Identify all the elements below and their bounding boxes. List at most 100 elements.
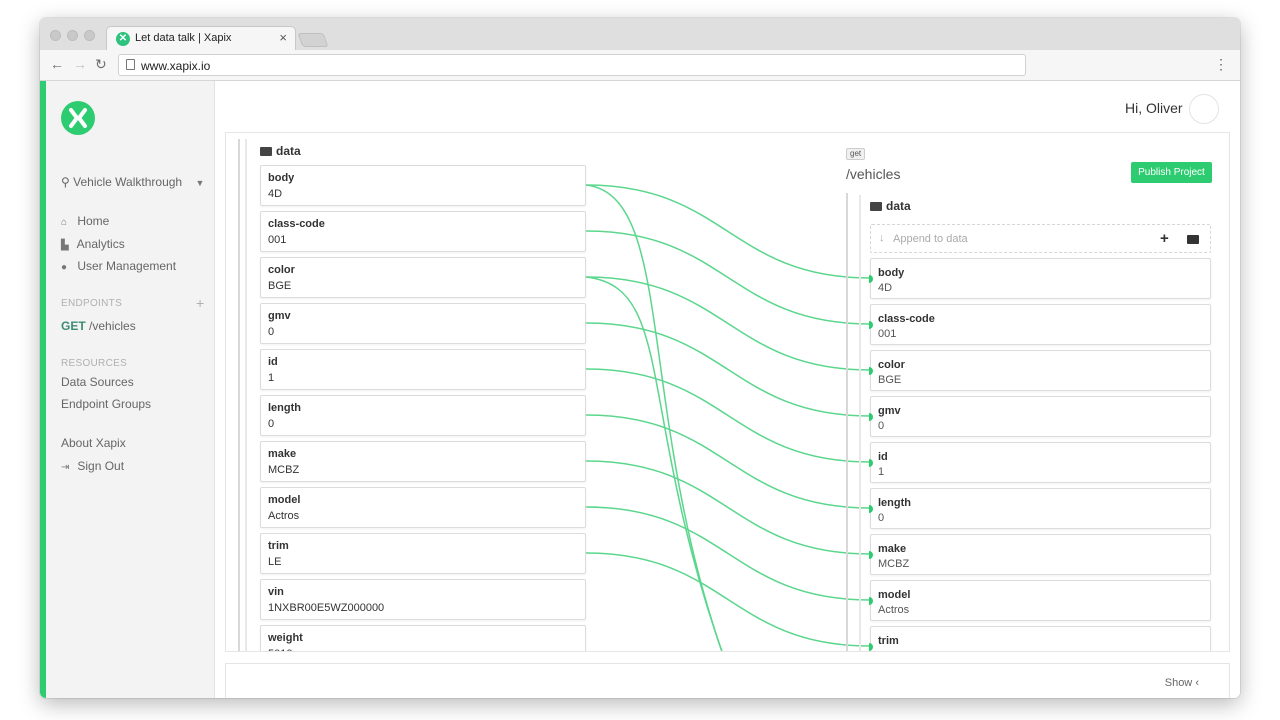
sidebar-item-about[interactable]: About Xapix	[61, 436, 126, 450]
field-key: body	[268, 172, 295, 184]
endpoints-heading: ENDPOINTS	[61, 298, 123, 309]
sidebar-item-endpoint-groups[interactable]: Endpoint Groups	[61, 397, 151, 411]
field-key: trim	[878, 635, 899, 647]
target-field-gmv[interactable]: gmv 0	[869, 396, 1211, 437]
target-field-length[interactable]: length 0	[869, 488, 1211, 529]
minimize-window-button[interactable]	[67, 30, 78, 41]
field-key: vin	[268, 586, 284, 598]
sidebar-item-endpoint[interactable]: GET /vehicles	[61, 319, 136, 333]
show-panel-toggle[interactable]: Show ‹	[1165, 677, 1199, 689]
field-key: class-code	[878, 313, 935, 325]
field-key: color	[878, 359, 905, 371]
source-field-gmv[interactable]: gmv 0	[260, 303, 586, 344]
add-endpoint-icon[interactable]: +	[196, 295, 204, 311]
field-key: weight	[268, 632, 303, 644]
target-field-body[interactable]: body 4D	[869, 258, 1211, 299]
connector-dot	[869, 551, 873, 559]
connector-dot	[869, 459, 873, 467]
field-value: MCBZ	[268, 464, 300, 476]
page-icon	[126, 59, 135, 70]
source-field-model[interactable]: model Actros	[260, 487, 586, 528]
main-content: Hi, Oliver data body 4D class-code 001 color…	[215, 81, 1240, 698]
field-key: gmv	[878, 405, 901, 417]
browser-menu-icon[interactable]: ⋮	[1214, 56, 1228, 73]
target-field-color[interactable]: color BGE	[869, 350, 1211, 391]
browser-tab[interactable]: ✕ Let data talk | Xapix ×	[106, 26, 296, 51]
connector-body	[585, 184, 871, 279]
target-field-trim[interactable]: trim LE	[869, 626, 1211, 651]
sidebar-item-analytics[interactable]: ▙ Analytics	[61, 237, 125, 251]
project-name: Vehicle Walkthrough	[73, 175, 183, 189]
field-key: length	[878, 497, 911, 509]
search-icon: ⚲	[61, 175, 70, 189]
field-value: LE	[268, 556, 282, 568]
sign-out-icon: ⇥	[61, 462, 70, 473]
field-key: make	[268, 448, 297, 460]
source-field-color[interactable]: color BGE	[260, 257, 586, 298]
connector-dot	[869, 367, 873, 375]
source-field-id[interactable]: id 1	[260, 349, 586, 390]
sidebar-item-data-sources[interactable]: Data Sources	[61, 375, 134, 389]
target-folder-title[interactable]: data	[870, 199, 911, 213]
address-bar[interactable]: www.xapix.io	[118, 54, 1026, 76]
forward-arrow-icon[interactable]: →	[73, 56, 87, 72]
sidebar-item-user-management[interactable]: ● User Management	[61, 259, 176, 273]
target-field-make[interactable]: make MCBZ	[869, 534, 1211, 575]
xapix-favicon-icon: ✕	[116, 32, 130, 46]
xapix-logo[interactable]	[61, 101, 95, 135]
field-value: LE	[878, 650, 891, 651]
source-field-make[interactable]: make MCBZ	[260, 441, 586, 482]
field-value: 4D	[268, 188, 283, 200]
connector-gmv	[585, 322, 871, 417]
connector-class-code	[585, 230, 871, 325]
connector-model	[585, 506, 871, 601]
field-value: Actros	[268, 510, 300, 522]
field-key: gmv	[268, 310, 291, 322]
tab-title: Let data talk | Xapix	[135, 32, 232, 44]
source-field-vin[interactable]: vin 1NXBR00E5WZ000000	[260, 579, 586, 620]
tab-strip: ✕ Let data talk | Xapix ×	[40, 18, 1240, 51]
sidebar-item-home[interactable]: ⌂ Home	[61, 214, 109, 228]
target-field-id[interactable]: id 1	[869, 442, 1211, 483]
close-window-button[interactable]	[50, 30, 61, 41]
sidebar-item-label: User Management	[77, 259, 177, 273]
source-field-length[interactable]: length 0	[260, 395, 586, 436]
source-folder-title[interactable]: data	[260, 144, 301, 158]
connector-dot	[869, 321, 873, 329]
browser-toolbar: ← → ↻ www.xapix.io ⋮	[40, 50, 1240, 81]
target-field-model[interactable]: model Actros	[869, 580, 1211, 621]
target-rail-inner	[859, 195, 861, 651]
publish-project-button[interactable]: Publish Project	[1131, 162, 1212, 183]
append-to-data-field[interactable]: ↓ Append to data +	[870, 224, 1211, 253]
arrow-down-icon: ↓	[879, 232, 885, 244]
field-value: 1	[268, 372, 275, 384]
tab-close-icon[interactable]: ×	[279, 30, 287, 45]
zoom-window-button[interactable]	[84, 30, 95, 41]
connector-dot	[869, 643, 873, 651]
browser-window: ✕ Let data talk | Xapix × ← → ↻ www.xapi…	[40, 18, 1240, 698]
field-value: 0	[878, 512, 885, 524]
connector-dot	[869, 597, 873, 605]
source-field-class-code[interactable]: class-code 001	[260, 211, 586, 252]
add-folder-icon[interactable]	[1187, 235, 1199, 244]
reload-icon[interactable]: ↻	[95, 56, 107, 73]
field-key: trim	[268, 540, 289, 552]
source-rail	[238, 139, 240, 651]
sidebar-item-sign-out[interactable]: ⇥ Sign Out	[61, 459, 124, 473]
add-field-icon[interactable]: +	[1160, 230, 1169, 247]
home-icon: ⌂	[61, 217, 68, 228]
back-arrow-icon[interactable]: ←	[50, 56, 64, 72]
target-field-class-code[interactable]: class-code 001	[869, 304, 1211, 345]
sidebar: ⚲ Vehicle Walkthrough ▼ ⌂ Home ▙ Analyti…	[40, 81, 215, 698]
source-field-weight[interactable]: weight 5010	[260, 625, 586, 651]
source-field-trim[interactable]: trim LE	[260, 533, 586, 574]
field-key: body	[878, 267, 905, 279]
bottom-panel: Show ‹	[225, 663, 1230, 698]
project-selector[interactable]: ⚲ Vehicle Walkthrough ▼	[61, 175, 204, 189]
avatar[interactable]	[1189, 94, 1219, 124]
source-field-body[interactable]: body 4D	[260, 165, 586, 206]
connector-color	[585, 276, 871, 371]
connector-length	[585, 414, 871, 509]
new-tab-button[interactable]	[297, 33, 329, 47]
field-value: 4D	[878, 282, 893, 294]
